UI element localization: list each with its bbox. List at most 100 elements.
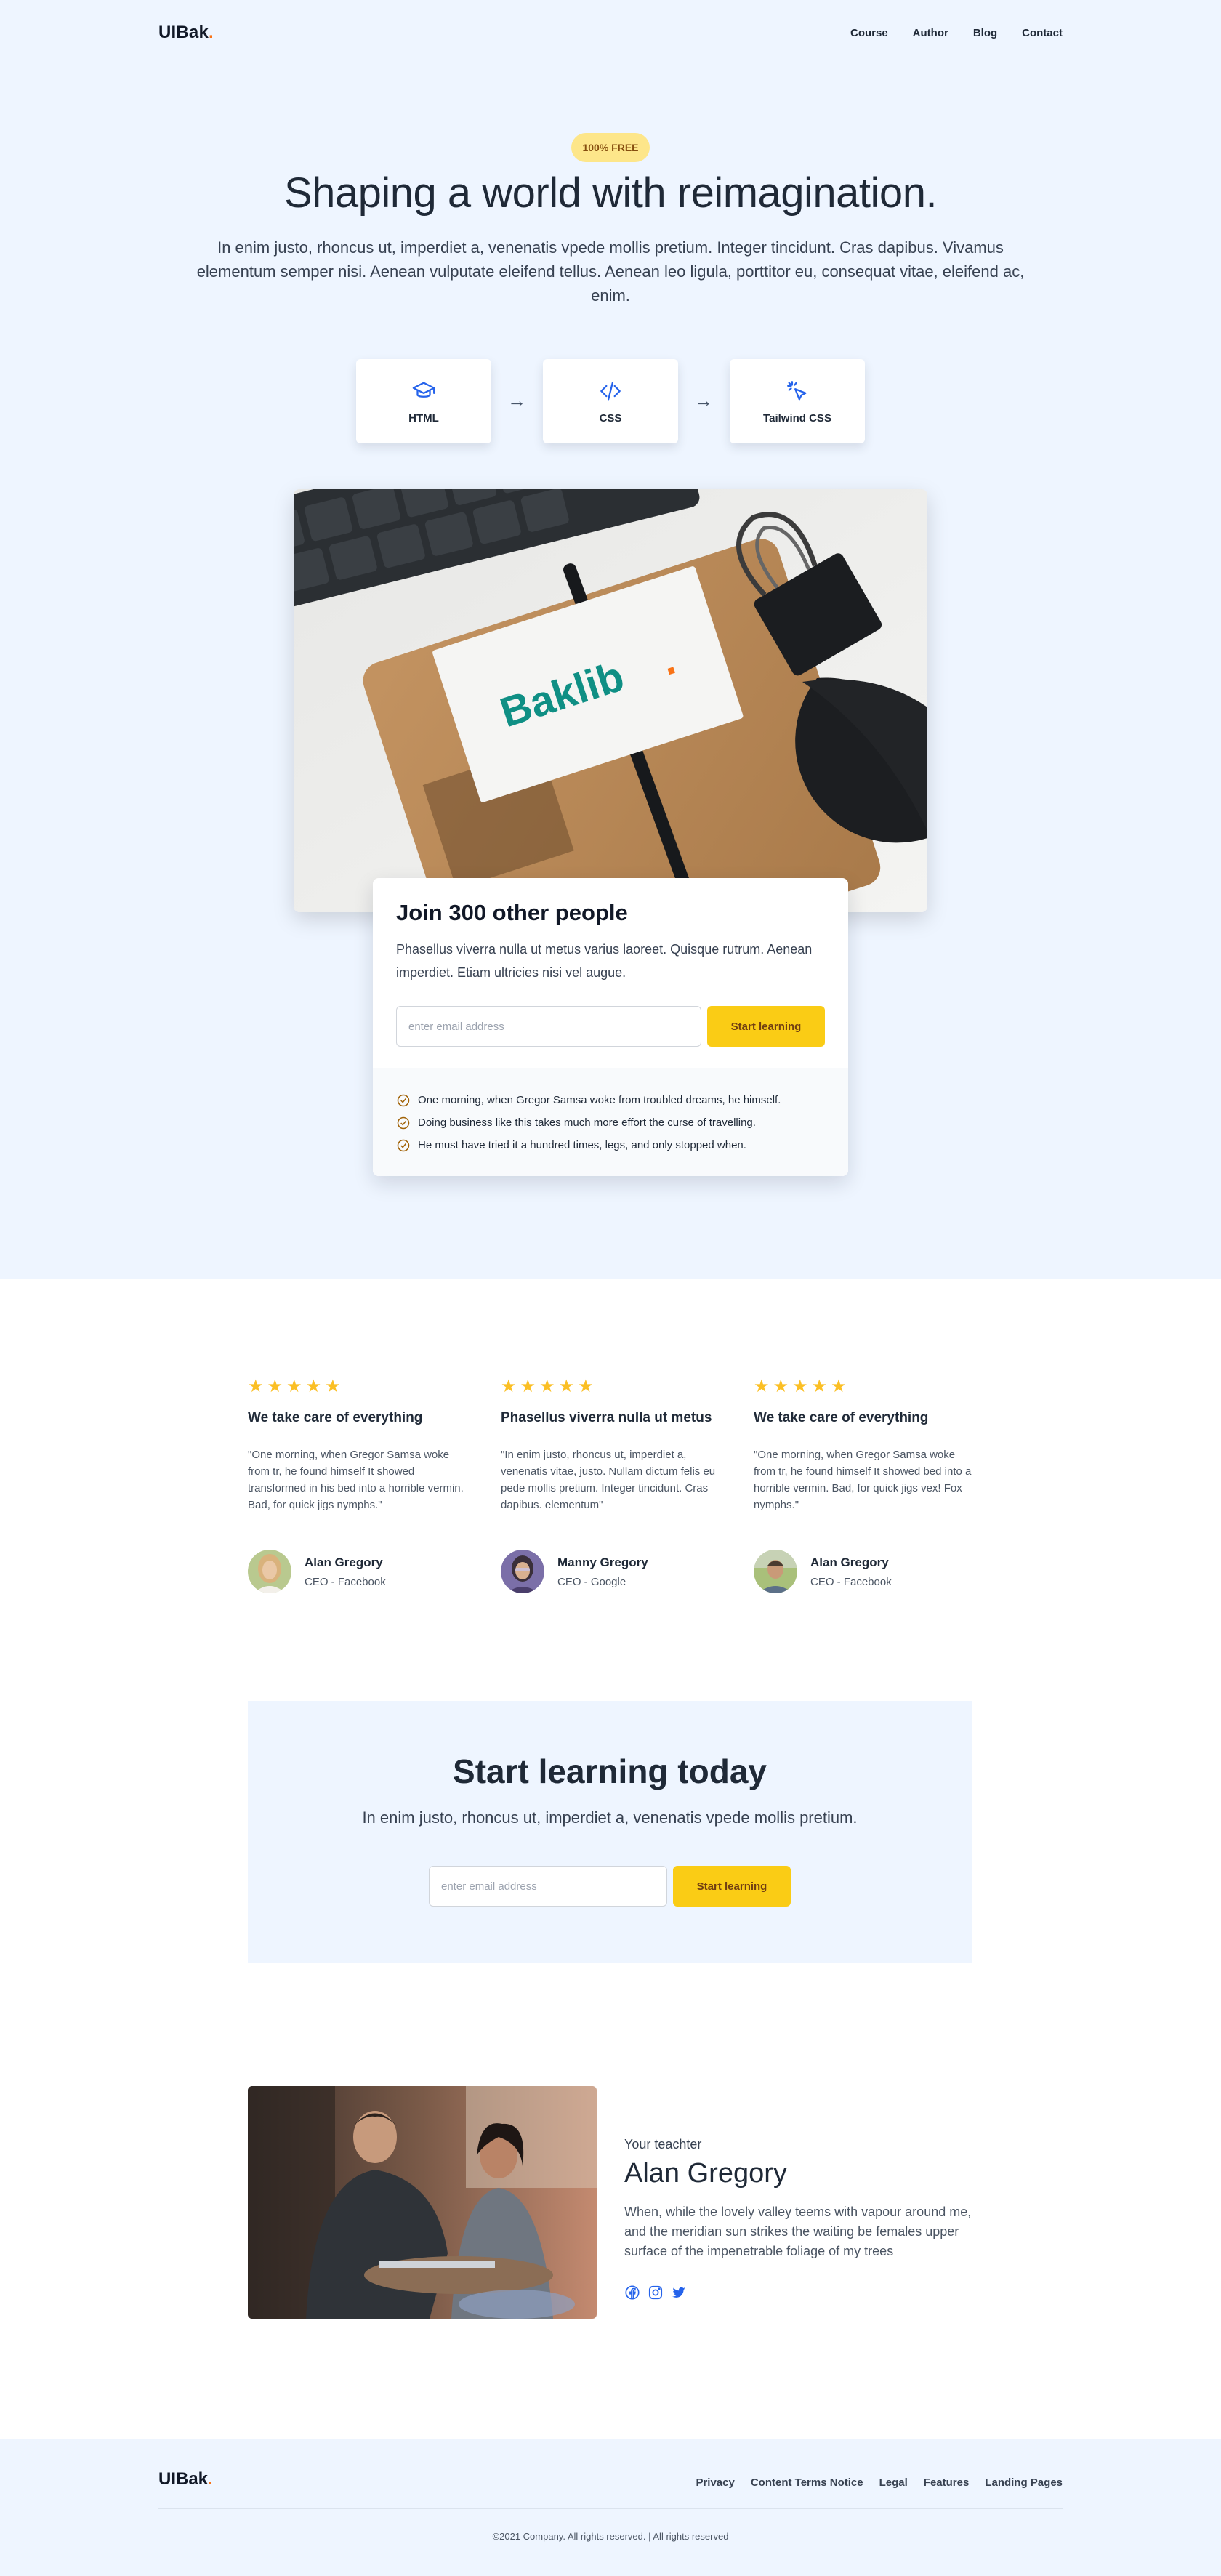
author-name: Manny Gregory — [557, 1555, 648, 1569]
testimonial-card: ★ ★ ★ ★ ★ We take care of everything "One mo… — [248, 1378, 470, 1593]
avatar — [754, 1550, 797, 1593]
footer-link-legal[interactable]: Legal — [879, 2476, 908, 2489]
free-badge: 100% FREE — [571, 133, 650, 162]
hero-image: Baklib . — [294, 489, 927, 912]
star-icon: ★ — [831, 1377, 847, 1396]
copyright: ©2021 Company. All rights reserved. | Al… — [492, 2531, 729, 2542]
facebook-icon[interactable] — [624, 2285, 640, 2301]
start-learning-button[interactable]: Start learning — [707, 1006, 825, 1047]
star-icon: ★ — [558, 1377, 575, 1396]
tech-card-html: HTML — [356, 359, 491, 443]
star-rating: ★ ★ ★ ★ ★ — [501, 1378, 723, 1396]
footer-logo[interactable]: UIBak. — [158, 2469, 213, 2490]
star-icon: ★ — [501, 1377, 517, 1396]
desk-photo: Baklib . — [294, 489, 927, 912]
footer-link-privacy[interactable]: Privacy — [696, 2476, 734, 2489]
arrow-right-icon: → — [694, 390, 713, 411]
testimonial-author: Alan Gregory CEO - Facebook — [248, 1550, 386, 1593]
footer-link-features[interactable]: Features — [924, 2476, 970, 2489]
testimonials-section: ★ ★ ★ ★ ★ We take care of everything "One mo… — [0, 1279, 1221, 1701]
testimonial-title: We take care of everything — [754, 1410, 929, 1425]
testimonial-quote: "In enim justo, rhoncus ut, imperdiet a,… — [501, 1449, 716, 1511]
benefits-list: One morning, when Gregor Samsa woke from… — [373, 1068, 848, 1176]
star-icon: ★ — [539, 1377, 555, 1396]
testimonial-title: Phasellus viverra nulla ut metus — [501, 1410, 712, 1425]
footer-links: Privacy Content Terms Notice Legal Featu… — [696, 2476, 1063, 2489]
nav-link-course[interactable]: Course — [850, 27, 888, 39]
testimonial-author: Alan Gregory CEO - Facebook — [754, 1550, 892, 1593]
nav-links: Course Author Blog Contact — [850, 27, 1063, 39]
tech-label: CSS — [599, 411, 622, 424]
hero-title: Shaping a world with reimagination. — [283, 169, 938, 217]
testimonial-quote: "One morning, when Gregor Samsa woke fro… — [754, 1449, 972, 1511]
star-icon: ★ — [754, 1377, 770, 1396]
logo[interactable]: UIBak. — [158, 23, 214, 43]
star-icon: ★ — [325, 1377, 341, 1396]
star-icon: ★ — [773, 1377, 789, 1396]
testimonial-title: We take care of everything — [248, 1410, 423, 1425]
footer-link-landing-pages[interactable]: Landing Pages — [985, 2476, 1063, 2489]
author-name: Alan Gregory — [810, 1555, 889, 1569]
social-links — [624, 2285, 973, 2301]
nav-link-contact[interactable]: Contact — [1022, 27, 1063, 39]
arrow-right-icon: → — [507, 390, 526, 411]
footer-link-content-terms[interactable]: Content Terms Notice — [751, 2476, 863, 2489]
join-text: Phasellus viverra nulla ut metus varius … — [396, 942, 813, 980]
cta-email-input[interactable] — [429, 1866, 667, 1907]
logo-dot: . — [209, 23, 214, 42]
benefit-item: He must have tried it a hundred times, l… — [396, 1134, 825, 1156]
footer-divider — [158, 2508, 1063, 2509]
logo-text: UIBak — [158, 23, 209, 42]
teacher-kicker: Your teachter — [624, 2137, 702, 2152]
author-role: CEO - Facebook — [305, 1575, 386, 1588]
footer-logo-text: UIBak — [158, 2469, 209, 2489]
join-card: Join 300 other people Phasellus viverra … — [373, 878, 848, 1176]
star-rating: ★ ★ ★ ★ ★ — [754, 1378, 976, 1396]
teacher-name: Alan Gregory — [624, 2158, 787, 2189]
tech-label: Tailwind CSS — [763, 411, 831, 424]
star-icon: ★ — [248, 1377, 264, 1396]
tech-card-tailwind: Tailwind CSS — [730, 359, 865, 443]
email-input[interactable] — [396, 1006, 701, 1047]
graduation-cap-icon — [412, 382, 435, 398]
star-icon: ★ — [286, 1377, 302, 1396]
benefit-item: One morning, when Gregor Samsa woke from… — [396, 1089, 825, 1111]
check-circle-icon — [397, 1139, 410, 1151]
testimonial-card: ★ ★ ★ ★ ★ Phasellus viverra nulla ut metus "… — [501, 1378, 723, 1593]
star-icon: ★ — [305, 1377, 322, 1396]
hero-subtitle: In enim justo, rhoncus ut, imperdiet a, … — [196, 238, 1025, 305]
hero-section: UIBak. Course Author Blog Contact 100% F… — [0, 0, 1221, 1279]
benefit-text: Doing business like this takes much more… — [418, 1116, 756, 1129]
teacher-info: Your teachter Alan Gregory When, while t… — [624, 2137, 973, 2301]
check-circle-icon — [397, 1116, 410, 1129]
twitter-icon[interactable] — [671, 2285, 687, 2301]
star-icon: ★ — [520, 1377, 536, 1396]
nav-link-blog[interactable]: Blog — [973, 27, 997, 39]
footer: UIBak. Privacy Content Terms Notice Lega… — [0, 2439, 1221, 2576]
instagram-icon[interactable] — [648, 2285, 664, 2301]
star-icon: ★ — [811, 1377, 828, 1396]
cta-title: Start learning today — [453, 1752, 767, 1790]
code-icon — [600, 382, 621, 400]
nav-link-author[interactable]: Author — [913, 27, 948, 39]
benefit-item: Doing business like this takes much more… — [396, 1111, 825, 1134]
teacher-photo — [248, 2086, 597, 2319]
join-title: Join 300 other people — [396, 900, 628, 925]
author-role: CEO - Facebook — [810, 1575, 892, 1588]
author-role: CEO - Google — [557, 1575, 626, 1588]
benefit-text: He must have tried it a hundred times, l… — [418, 1139, 746, 1151]
teacher-bio: When, while the lovely valley teems with… — [624, 2205, 972, 2258]
star-icon: ★ — [792, 1377, 808, 1396]
benefit-text: One morning, when Gregor Samsa woke from… — [418, 1094, 781, 1106]
testimonial-quote: "One morning, when Gregor Samsa woke fro… — [248, 1449, 464, 1511]
cta-start-learning-button[interactable]: Start learning — [673, 1866, 791, 1907]
star-rating: ★ ★ ★ ★ ★ — [248, 1378, 470, 1396]
testimonial-card: ★ ★ ★ ★ ★ We take care of everything "One mo… — [754, 1378, 976, 1593]
star-icon: ★ — [267, 1377, 283, 1396]
tech-stack: HTML → CSS → Tailwind CSS — [356, 359, 865, 443]
check-circle-icon — [397, 1094, 410, 1106]
top-nav: UIBak. Course Author Blog Contact — [158, 20, 1063, 45]
cta-box: Start learning today In enim justo, rhon… — [248, 1701, 972, 1963]
avatar — [248, 1550, 291, 1593]
avatar — [501, 1550, 544, 1593]
